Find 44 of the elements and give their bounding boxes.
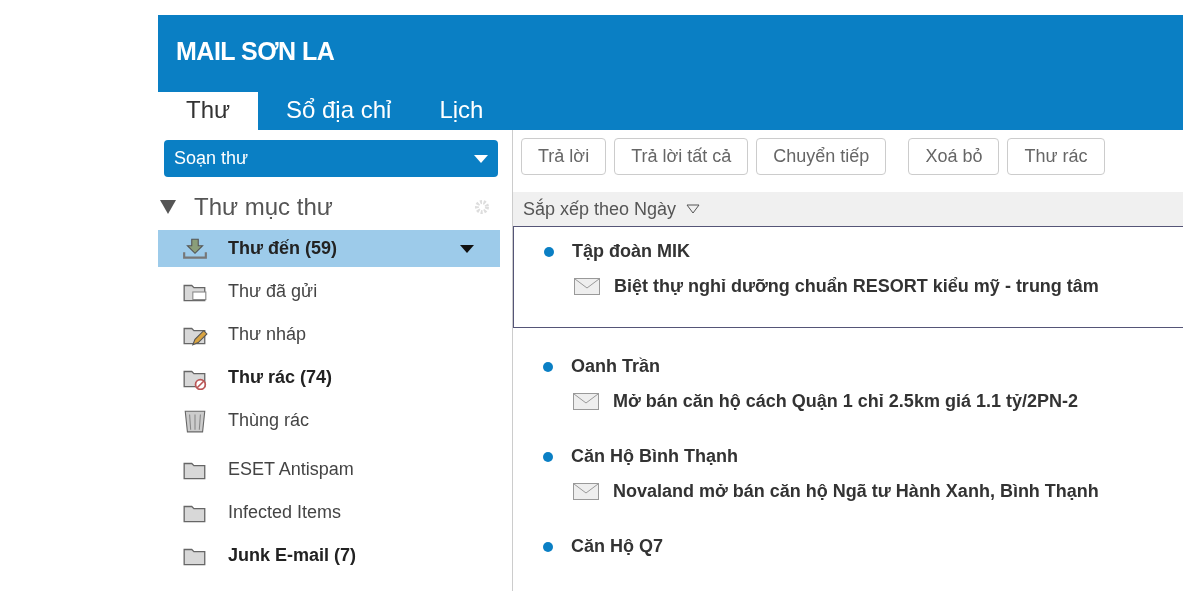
sort-triangle-icon[interactable] <box>686 204 701 214</box>
subject-text: Biệt thự nghỉ dưỡng chuẩn RESORT kiểu mỹ - trung tâm <box>614 276 1099 297</box>
caret-icon <box>474 154 488 163</box>
toolbar-button[interactable]: Thư rác <box>1007 138 1105 175</box>
message-item[interactable]: Tập đoàn MIK Biệt thự nghỉ dưỡng chuẩn RESORT kiểu mỹ - trung tâm <box>513 226 1183 328</box>
compose-button[interactable]: Soạn thư <box>164 140 498 177</box>
folder-item[interactable]: Thư rác (74) <box>158 359 500 396</box>
sender-name: Căn Hộ Bình Thạnh <box>571 446 738 467</box>
download-tray-icon <box>182 236 208 261</box>
caret-icon[interactable] <box>460 244 474 253</box>
folder-item[interactable]: Thùng rác <box>158 402 500 439</box>
unread-dot <box>544 246 554 257</box>
toolbar-button[interactable]: Trả lời <box>521 138 607 175</box>
envelope-icon <box>573 393 599 410</box>
nav-tab[interactable]: Lịch <box>411 92 504 130</box>
unread-dot <box>543 361 553 372</box>
collapse-triangle-icon[interactable] <box>160 200 176 214</box>
sort-label[interactable]: Sắp xếp theo Ngày <box>523 198 677 220</box>
toolbar-button[interactable]: Trả lời tất cả <box>614 138 749 175</box>
message-item[interactable]: Oanh Trần Mở bán căn hộ cách Quận 1 chỉ 2.5km giá 1.1 tỷ/2PN-2 <box>513 342 1183 418</box>
unread-dot <box>543 451 553 462</box>
sender-name: Oanh Trần <box>571 356 660 377</box>
subject-text: Novaland mở bán căn hộ Ngã tư Hành Xanh, Bình Thạnh <box>613 481 1099 502</box>
unread-dot <box>543 541 553 552</box>
app-title: MAIL SƠN LA <box>175 36 336 66</box>
folder-item[interactable]: ESET Antispam <box>158 451 500 488</box>
folder-item[interactable]: Junk E-mail (7) <box>158 537 500 574</box>
nav-tab[interactable]: Thư <box>158 92 258 130</box>
toolbar-button[interactable]: Chuyển tiếp <box>756 138 887 175</box>
folder-item[interactable]: Thư đã gửi <box>158 273 500 310</box>
envelope-icon <box>573 483 599 500</box>
message-item[interactable]: Căn Hộ Q7 <box>513 522 1183 591</box>
folder-item[interactable]: Thư nháp <box>158 316 500 353</box>
folder-item[interactable]: Thư đến (59) <box>158 230 500 267</box>
nav-tab[interactable]: Sổ địa chỉ <box>258 92 412 130</box>
trash-icon <box>182 408 208 433</box>
sender-name: Căn Hộ Q7 <box>571 536 663 557</box>
folder-section-title: Thư mục thư <box>194 193 333 221</box>
envelope-icon <box>574 278 600 295</box>
folder-item[interactable]: Infected Items <box>158 494 500 531</box>
subject-text: Mở bán căn hộ cách Quận 1 chỉ 2.5km giá 1.1 tỷ/2PN-2 <box>613 391 1078 412</box>
sender-name: Tập đoàn MIK <box>572 241 690 262</box>
message-item[interactable]: Căn Hộ Bình Thạnh Novaland mở bán căn hộ Ngã tư Hành Xanh, Bình Thạnh <box>513 432 1183 508</box>
toolbar-button[interactable]: Xoá bỏ <box>908 138 1000 175</box>
